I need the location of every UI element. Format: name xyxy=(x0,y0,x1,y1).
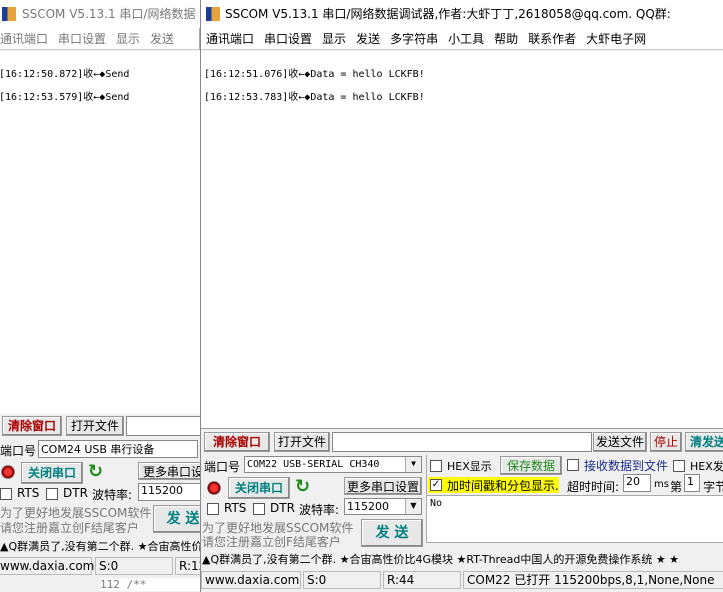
ticker[interactable]: ▲Q群满员了,没有第二个群. ★合宙高性价比4G模块 xyxy=(0,538,200,554)
timestamp-checkbox[interactable]: ✓ xyxy=(430,479,442,491)
port-status: COM22 已打开 115200bps,8,1,None,None xyxy=(463,571,723,589)
clear-window-button[interactable]: 清除窗口 xyxy=(204,432,270,452)
menu-send[interactable]: 发送 xyxy=(356,32,380,46)
menu-bar: 通讯端口 串口设置 显示 发送 xyxy=(0,28,200,50)
rts-label: RTS xyxy=(224,501,247,515)
send-button[interactable]: 发 送 xyxy=(153,505,200,533)
rts-label: RTS xyxy=(17,486,40,500)
open-file-button[interactable]: 打开文件 xyxy=(274,432,330,452)
baud-select[interactable]: 115200 xyxy=(138,483,200,501)
background-editor-text: 112 /** xyxy=(100,578,200,591)
menu-port[interactable]: 通讯端口 xyxy=(0,32,48,46)
port-value: COM22 USB-SERIAL CH340 xyxy=(247,459,380,470)
promo-text[interactable]: 请您注册嘉立创F结尾客户 xyxy=(0,519,139,536)
hex-send-label: HEX发送 xyxy=(690,460,723,473)
send-text: No xyxy=(430,498,443,509)
baud-value: 115200 xyxy=(347,500,389,513)
port-select[interactable]: COM24 USB 串行设备 xyxy=(38,440,198,458)
menu-settings[interactable]: 串口设置 xyxy=(58,32,106,46)
rts-checkbox[interactable] xyxy=(207,503,219,515)
dtr-label: DTR xyxy=(63,486,88,500)
timestamp-label: 加时间戳和分包显示. xyxy=(447,479,559,493)
recv-to-file-label: 接收数据到文件 xyxy=(584,459,669,473)
byte-input[interactable]: 1 xyxy=(684,474,700,492)
ticker[interactable]: ▲Q群满员了,没有第二个群. ★合宙高性价比4G模块 ★RT-Thread中国人… xyxy=(202,551,679,567)
site-link[interactable]: www.daxia.com xyxy=(201,571,301,589)
hex-display-label: HEX显示 xyxy=(447,460,492,473)
timeout-label: 超时时间: xyxy=(567,480,620,494)
dtr-checkbox[interactable] xyxy=(253,503,265,515)
sent-count: S:0 xyxy=(303,571,381,589)
send-file-button[interactable]: 发送文件 xyxy=(593,432,647,452)
dropdown-arrow-icon[interactable]: ▼ xyxy=(405,499,421,514)
open-file-button[interactable]: 打开文件 xyxy=(66,416,124,436)
app-logo-icon xyxy=(206,7,220,21)
hex-display-checkbox[interactable] xyxy=(430,460,442,472)
title-bar: SSCOM V5.13.1 串口/网络数据调试器,作者:大虾丁丁,2618058… xyxy=(201,0,723,49)
send-button[interactable]: 发 送 xyxy=(361,519,423,547)
recv-line: [16:12:53.579]收←◆Send xyxy=(0,92,130,103)
site-link[interactable]: www.daxia.com xyxy=(0,557,94,575)
refresh-icon[interactable]: ↻ xyxy=(88,461,103,482)
recv-line: [16:12:53.783]收←◆Data = hello LCKFB! xyxy=(204,92,425,103)
close-port-button[interactable]: 关闭串口 xyxy=(21,462,83,484)
recv-line: [16:12:50.872]收←◆Send xyxy=(0,69,130,80)
refresh-icon[interactable]: ↻ xyxy=(295,476,310,497)
menu-display[interactable]: 显示 xyxy=(116,32,140,46)
stop-button[interactable]: 停止 xyxy=(650,432,682,452)
save-data-button[interactable]: 保存数据 xyxy=(500,456,562,475)
main-window: SSCOM V5.13.1 串口/网络数据调试器,作者:大虾丁丁,2618058… xyxy=(200,0,723,592)
recv-line: [16:12:51.076]收←◆Data = hello LCKFB! xyxy=(204,69,425,80)
received-count: R:12 xyxy=(175,557,200,575)
rts-checkbox[interactable] xyxy=(0,488,12,500)
hex-send-checkbox[interactable] xyxy=(673,460,685,472)
menu-tools[interactable]: 小工具 xyxy=(448,32,484,46)
promo-text[interactable]: 请您注册嘉立创F结尾客户 xyxy=(202,533,341,550)
baud-label: 波特率: xyxy=(92,488,133,502)
clear-send-button[interactable]: 清发送 xyxy=(685,432,723,452)
port-select[interactable]: COM22 USB-SERIAL CH340 ▼ xyxy=(244,456,422,473)
file-path-input[interactable] xyxy=(126,416,200,436)
left-window: SSCOM V5.13.1 串口/网络数据调试器 通讯端口串口设置显示发送 [1… xyxy=(0,0,200,592)
clear-window-button[interactable]: 清除窗口 xyxy=(2,416,62,436)
send-input[interactable]: No xyxy=(426,495,723,543)
recv-to-file-checkbox[interactable] xyxy=(567,459,579,471)
timeout-input[interactable]: 20 xyxy=(623,474,651,492)
menu-settings[interactable]: 串口设置 xyxy=(264,32,312,46)
baud-label: 波特率: xyxy=(299,503,340,517)
baud-select[interactable]: 115200 ▼ xyxy=(344,498,422,515)
byte-label: 字节 xyxy=(703,480,723,494)
dropdown-arrow-icon[interactable]: ▼ xyxy=(405,457,421,472)
menu-website[interactable]: 大虾电子网 xyxy=(586,32,646,46)
menu-help[interactable]: 帮助 xyxy=(494,32,518,46)
dtr-label: DTR xyxy=(270,501,295,515)
menu-contact[interactable]: 联系作者 xyxy=(528,32,576,46)
menu-send[interactable]: 发送 xyxy=(150,32,174,46)
received-count: R:44 xyxy=(383,571,461,589)
file-path-input[interactable] xyxy=(332,432,592,452)
port-status-led-icon xyxy=(207,481,221,495)
menu-multistring[interactable]: 多字符串 xyxy=(390,32,438,46)
menu-display[interactable]: 显示 xyxy=(322,32,346,46)
menu-bar: 通讯端口 串口设置 显示 发送 多字符串 小工具 帮助 联系作者 大虾电子网 xyxy=(201,28,723,50)
nth-label: 第 xyxy=(670,480,683,494)
close-port-button[interactable]: 关闭串口 xyxy=(228,477,290,499)
ms-label: ms xyxy=(654,479,669,490)
title-bar: SSCOM V5.13.1 串口/网络数据调试器 xyxy=(0,0,200,49)
port-label: 端口号 xyxy=(0,444,37,458)
receive-area[interactable]: [16:12:51.076]收←◆Data = hello LCKFB! [16… xyxy=(201,51,723,429)
port-label: 端口号 xyxy=(204,460,241,474)
dtr-checkbox[interactable] xyxy=(46,488,58,500)
receive-area[interactable]: [16:12:50.872]收←◆Send [16:12:53.579]收←◆S… xyxy=(0,51,200,414)
more-settings-button[interactable]: 更多串口设置 xyxy=(138,462,200,496)
more-settings-button[interactable]: 更多串口设置 xyxy=(344,477,422,495)
sent-count: S:0 xyxy=(95,557,173,575)
menu-port[interactable]: 通讯端口 xyxy=(206,32,254,46)
app-logo-icon xyxy=(2,7,16,21)
port-status-led-icon xyxy=(1,465,15,479)
